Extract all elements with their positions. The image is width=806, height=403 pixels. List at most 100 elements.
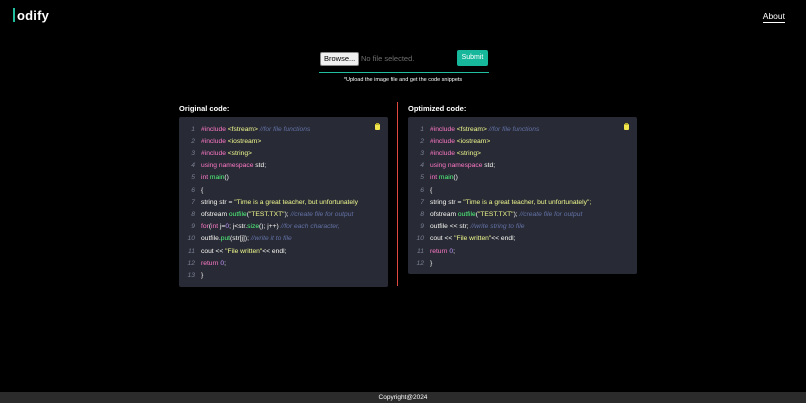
code-token: "File written" xyxy=(225,247,263,255)
code-token: () xyxy=(453,174,458,182)
code-token: #include xyxy=(201,137,228,145)
code-token: (); j++) xyxy=(259,223,281,231)
code-token: "TEST.TXT" xyxy=(248,210,285,218)
code-token: ; xyxy=(453,247,455,255)
code-line: 10 cout << "File written"<< endl; xyxy=(408,233,637,245)
footer: Copyright@2024 xyxy=(0,392,806,403)
line-number: 5 xyxy=(191,174,195,182)
code-text: } xyxy=(430,260,432,267)
code-token: //for each character, xyxy=(280,223,340,231)
code-token: int xyxy=(201,174,210,182)
line-number: 3 xyxy=(420,149,424,157)
upload-hint: *Upload the image file and get the code … xyxy=(343,77,463,83)
browse-button[interactable]: Browse... xyxy=(320,52,360,66)
code-text: { xyxy=(201,187,203,194)
code-text: int main() xyxy=(430,174,458,181)
line-number: 3 xyxy=(191,149,195,157)
code-token: std; xyxy=(255,162,267,170)
line-number: 13 xyxy=(187,271,195,279)
line-number: 10 xyxy=(416,235,424,243)
upload-form: Browse... No file selected. Submit xyxy=(319,50,489,73)
code-line: 6{ xyxy=(179,184,388,196)
code-line: 10 outfile.put(str[j]); //write it to fil… xyxy=(179,233,388,245)
code-token: string str = xyxy=(430,198,464,206)
code-line: 8 ofstream outfile("TEST.TXT"); //create … xyxy=(408,208,637,220)
code-token: ofstream xyxy=(201,210,229,218)
line-number: 6 xyxy=(191,186,195,194)
code-line: 4 using namespace std; xyxy=(179,160,388,172)
line-number: 1 xyxy=(191,125,195,133)
code-text: ofstream outfile("TEST.TXT"); //create f… xyxy=(430,211,582,218)
code-token: using namespace xyxy=(201,162,256,170)
code-token: <fstream> xyxy=(227,125,258,133)
code-token: { xyxy=(430,186,433,194)
code-token: (str[j]); xyxy=(230,235,251,243)
code-line: 9 for(int j=0; j<str.size(); j++) //for e… xyxy=(179,221,388,233)
code-text: outfile << str; //write string to file xyxy=(430,223,524,230)
code-text: using namespace std; xyxy=(201,162,266,169)
code-line: 7 string str = "Time is a great teacher, … xyxy=(408,196,637,208)
original-code-block[interactable]: 1 #include <fstream> //for file functions… xyxy=(179,117,388,287)
code-line: 4 using namespace std; xyxy=(408,160,637,172)
code-token: main xyxy=(209,174,225,182)
code-line: 1 #include <fstream> //for file functions xyxy=(408,123,637,135)
code-line: 8 ofstream outfile("TEST.TXT"); //create … xyxy=(179,208,388,220)
code-line: 7 string str = "Time is a great teacher, … xyxy=(179,196,388,208)
code-text: return 0; xyxy=(201,260,226,267)
code-token: put xyxy=(220,235,231,243)
line-number: 11 xyxy=(188,247,195,255)
code-text: #include <fstream> //for file functions xyxy=(430,126,539,133)
submit-button[interactable]: Submit xyxy=(457,50,488,66)
code-token: << endl; xyxy=(491,235,516,243)
code-token: #include xyxy=(201,125,228,133)
code-text: return 0; xyxy=(430,248,455,255)
code-text: string str = "Time is a great teacher, b… xyxy=(430,199,591,206)
line-number: 9 xyxy=(191,223,195,231)
about-link[interactable]: About xyxy=(762,11,785,23)
line-number: 2 xyxy=(191,137,195,145)
code-token: << endl; xyxy=(262,247,287,255)
line-number: 12 xyxy=(416,259,424,267)
optimized-code-title: Optimized code: xyxy=(408,104,467,113)
logo-text: odify xyxy=(17,7,50,23)
code-token: //for file functions xyxy=(486,125,540,133)
code-text: #include <string> xyxy=(430,150,481,157)
line-number: 2 xyxy=(420,137,424,145)
code-token: int xyxy=(211,223,220,231)
code-token: using namespace xyxy=(430,162,485,170)
code-text: for(int j=0; j<str.size(); j++) //for ea… xyxy=(201,223,340,230)
code-text: { xyxy=(430,187,432,194)
code-text: using namespace std; xyxy=(430,162,495,169)
code-line: 6{ xyxy=(408,184,637,196)
code-text: int main() xyxy=(201,174,229,181)
code-line: 9 outfile << str; //write string to file xyxy=(408,221,637,233)
line-number: 6 xyxy=(420,186,424,194)
line-number: 5 xyxy=(420,174,424,182)
code-text: #include <string> xyxy=(201,150,252,157)
optimized-code-block[interactable]: 1 #include <fstream> //for file functions… xyxy=(408,117,637,274)
code-line: 3 #include <string> xyxy=(179,147,388,159)
logo[interactable]: odify xyxy=(13,6,49,24)
code-text: outfile.put(str[j]); //write it to file xyxy=(201,235,292,242)
code-token: { xyxy=(201,186,204,194)
code-token: "TEST.TXT" xyxy=(477,210,514,218)
line-number: 8 xyxy=(191,210,195,218)
code-token: <iostream> xyxy=(227,137,262,145)
code-token: size xyxy=(247,223,260,231)
code-text: string str = "Time is a great teacher, b… xyxy=(201,199,358,206)
line-number: 8 xyxy=(420,210,424,218)
code-line: 5 int main() xyxy=(179,172,388,184)
code-token: ; j<str. xyxy=(229,223,248,231)
code-token: for xyxy=(201,223,209,231)
code-text: cout << "File written"<< endl; xyxy=(430,235,515,242)
code-token: "Time is a great teacher, but unfortunat… xyxy=(463,198,592,206)
line-number: 4 xyxy=(191,162,195,170)
line-number: 4 xyxy=(420,162,424,170)
line-number: 12 xyxy=(187,259,195,267)
code-token: //create file for output xyxy=(290,210,354,218)
code-token: () xyxy=(224,174,229,182)
copyright-text: Copyright@2024 xyxy=(378,394,428,401)
code-token: int xyxy=(430,174,439,182)
code-line: 3 #include <string> xyxy=(408,147,637,159)
code-line: 12 return 0; xyxy=(179,257,388,269)
